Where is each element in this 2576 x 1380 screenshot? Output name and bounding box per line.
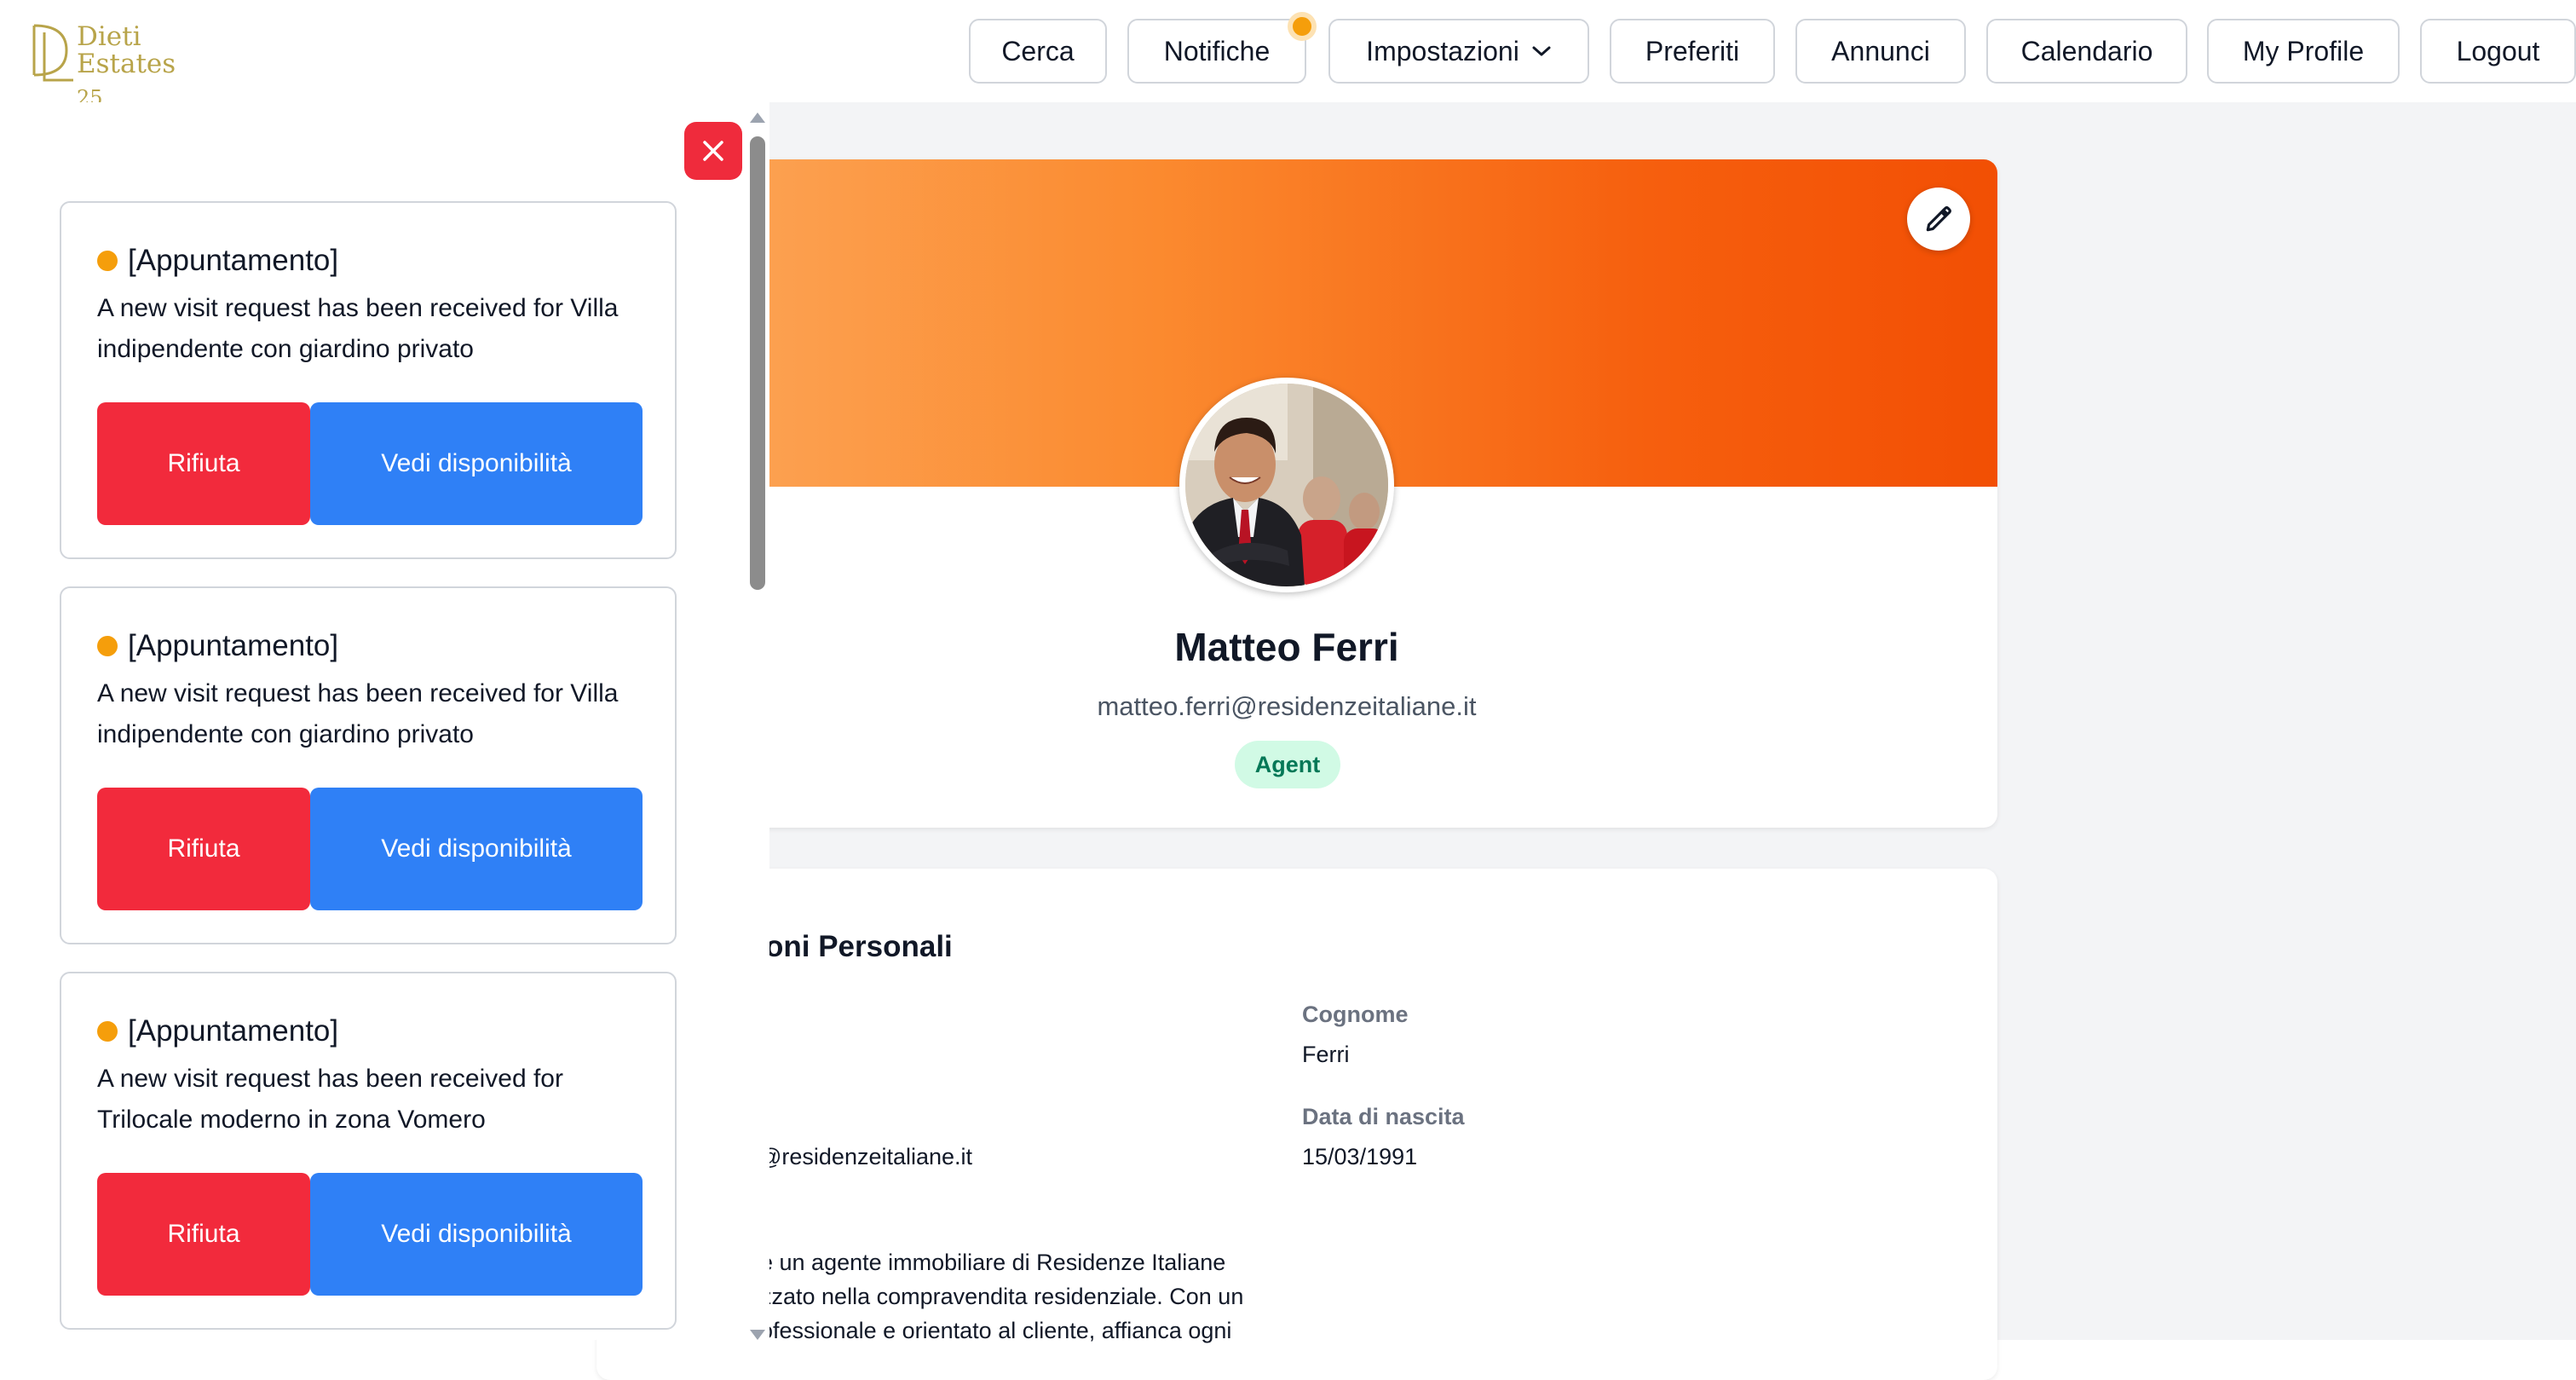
reject-button[interactable]: Rifiuta	[97, 788, 310, 910]
nav-label: Notifiche	[1163, 35, 1271, 66]
email-value: @residenzeitaliane.it	[758, 1144, 973, 1169]
close-icon	[703, 141, 723, 161]
nav-label: Preferiti	[1645, 35, 1740, 66]
notifications-scrollbar-thumb[interactable]	[750, 136, 765, 590]
view-availability-button[interactable]: Vedi disponibilità	[310, 402, 643, 525]
notification-message: A new visit request has been received fo…	[97, 294, 619, 363]
notification-card: [Appuntamento] A new visit request has b…	[60, 972, 677, 1330]
view-availability-button[interactable]: Vedi disponibilità	[310, 1173, 643, 1296]
notification-card: [Appuntamento] A new visit request has b…	[60, 201, 677, 559]
scroll-down-arrow[interactable]	[750, 1330, 765, 1340]
notification-message: A new visit request has been received fo…	[97, 679, 619, 748]
bio-line: zzato nella compravendita residenziale. …	[760, 1284, 1244, 1309]
scroll-up-arrow[interactable]	[750, 113, 765, 123]
nav-label: My Profile	[2242, 35, 2365, 66]
nav-label: Impostazioni	[1366, 35, 1519, 66]
dieti-estates-logo[interactable]: Dieti Estates 25	[29, 20, 208, 110]
profile-email: matteo.ferri@residenzeitaliane.it	[1097, 691, 1477, 721]
nav-notifiche-button[interactable]: Notifiche	[1127, 19, 1306, 84]
notification-type: [Appuntamento]	[128, 1014, 339, 1048]
birth-date-value: 15/03/1991	[1302, 1144, 1418, 1169]
view-availability-button[interactable]: Vedi disponibilità	[310, 788, 643, 910]
nav-label: Cerca	[1001, 35, 1075, 66]
close-notifications-button[interactable]	[684, 122, 742, 180]
bio-line: ofessionale e orientato al cliente, affi…	[760, 1318, 1232, 1343]
chevron-down-icon	[1532, 46, 1551, 56]
profile-card: Matteo Ferri matteo.ferri@residenzeitali…	[596, 159, 1997, 828]
nav-logout-button[interactable]: Logout	[2420, 19, 2576, 84]
top-navbar: Dieti Estates 25 Cerca Notifiche Imposta…	[0, 0, 2576, 110]
role-badge: Agent	[1235, 741, 1340, 788]
nav-annunci-button[interactable]: Annunci	[1795, 19, 1966, 84]
profile-name: Matteo Ferri	[1174, 625, 1399, 669]
nav-label: Logout	[2456, 35, 2540, 66]
nav-preferiti-button[interactable]: Preferiti	[1610, 19, 1775, 84]
cognome-value: Ferri	[1302, 1042, 1350, 1067]
notification-header: [Appuntamento]	[97, 1014, 338, 1048]
avatar	[1179, 378, 1394, 592]
notification-type: [Appuntamento]	[128, 244, 339, 277]
logo-monogram-icon	[32, 24, 73, 82]
nav-label: Annunci	[1831, 35, 1930, 66]
nav-cerca-button[interactable]: Cerca	[969, 19, 1107, 84]
notification-header: [Appuntamento]	[97, 629, 338, 663]
notification-header: [Appuntamento]	[97, 244, 338, 278]
nav-my-profile-button[interactable]: My Profile	[2207, 19, 2400, 84]
agent-photo	[1185, 384, 1388, 586]
notification-type: [Appuntamento]	[128, 629, 339, 662]
personal-info-card: oni Personali Cognome Ferri Data di nasc…	[596, 869, 1997, 1380]
personal-info-title: oni Personali	[765, 930, 953, 963]
cognome-label: Cognome	[1302, 1002, 1409, 1027]
notification-message: A new visit request has been received fo…	[97, 1065, 563, 1134]
nav-impostazioni-dropdown[interactable]: Impostazioni	[1328, 19, 1589, 84]
pencil-icon	[1926, 206, 1951, 232]
nav-calendario-button[interactable]: Calendario	[1986, 19, 2187, 84]
birth-date-label: Data di nascita	[1302, 1104, 1465, 1129]
nav-label: Calendario	[2020, 35, 2153, 66]
notification-card: [Appuntamento] A new visit request has b…	[60, 586, 677, 944]
bio-line: è un agente immobiliare di Residenze Ita…	[760, 1250, 1226, 1275]
edit-profile-button[interactable]	[1907, 188, 1970, 251]
notification-indicator-dot	[1288, 12, 1317, 41]
bio-text: è un agente immobiliare di Residenze Ita…	[760, 1245, 1305, 1348]
reject-button[interactable]: Rifiuta	[97, 1173, 310, 1296]
unread-dot-icon	[97, 636, 118, 656]
unread-dot-icon	[97, 1021, 118, 1042]
unread-dot-icon	[97, 251, 118, 271]
reject-button[interactable]: Rifiuta	[97, 402, 310, 525]
